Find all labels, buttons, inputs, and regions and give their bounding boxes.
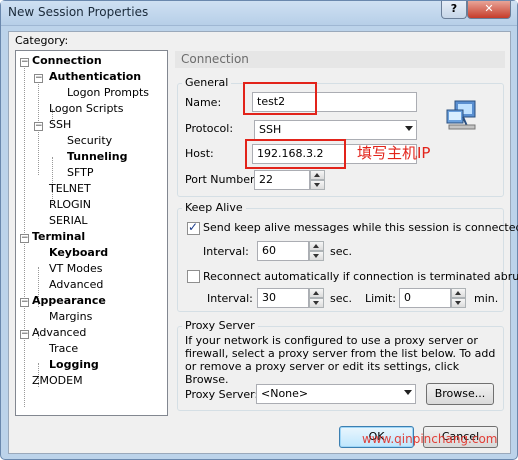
- keepalive-interval-input[interactable]: 60: [257, 241, 309, 261]
- tree-item-margins[interactable]: Margins: [49, 310, 92, 323]
- proxy-server-value: <None>: [261, 387, 309, 400]
- port-spinner[interactable]: [310, 170, 325, 190]
- port-label: Port Number:: [185, 173, 259, 186]
- help-button[interactable]: ?: [441, 1, 467, 19]
- network-computer-icon: [446, 100, 476, 130]
- name-label: Name:: [185, 96, 222, 109]
- browse-button[interactable]: Browse...: [426, 383, 494, 405]
- collapse-terminal-icon[interactable]: −: [20, 234, 29, 243]
- reconnect-interval-label: Interval:: [207, 292, 253, 305]
- limit-input[interactable]: 0: [399, 288, 451, 308]
- reconnect-checkbox[interactable]: [187, 270, 200, 283]
- tree-item-ssh[interactable]: SSH: [49, 118, 71, 131]
- panel-header: Connection: [175, 51, 505, 68]
- category-label: Category:: [15, 34, 69, 47]
- min-label: min.: [474, 292, 499, 305]
- tree-item-tunneling[interactable]: Tunneling: [67, 150, 128, 163]
- tree-line: [52, 157, 53, 203]
- reconnect-interval-input[interactable]: 30: [257, 288, 309, 308]
- proxy-server-select[interactable]: <None>: [256, 384, 416, 404]
- tree-item-logon-prompts[interactable]: Logon Prompts: [67, 86, 149, 99]
- window-title: New Session Properties: [8, 5, 149, 19]
- tree-item-vt-modes[interactable]: VT Modes: [49, 262, 102, 275]
- tree-item-authentication[interactable]: Authentication: [49, 70, 141, 83]
- host-label: Host:: [185, 147, 214, 160]
- proxy-server-label: Proxy Server:: [185, 388, 259, 401]
- tree-item-logging[interactable]: Logging: [49, 358, 99, 371]
- watermark: www.qinpinchang.com: [362, 432, 498, 446]
- tree-item-zmodem[interactable]: ZMODEM: [32, 374, 83, 387]
- reconnect-label: Reconnect automatically if connection is…: [203, 270, 518, 283]
- collapse-advanced-icon[interactable]: −: [20, 330, 29, 339]
- tree-item-connection[interactable]: Connection: [32, 54, 102, 67]
- collapse-authentication-icon[interactable]: −: [34, 74, 43, 83]
- send-keepalive-label: Send keep alive messages while this sess…: [203, 221, 518, 234]
- annotation-box-name: [243, 82, 317, 115]
- tree-item-appearance[interactable]: Appearance: [32, 294, 106, 307]
- proxy-group-title: Proxy Server: [182, 319, 258, 332]
- protocol-value: SSH: [259, 123, 282, 136]
- reconnect-interval-spinner[interactable]: [309, 288, 324, 308]
- port-input[interactable]: 22: [254, 170, 310, 190]
- limit-label: Limit:: [365, 292, 396, 305]
- host-annotation-text: 填写主机IP: [357, 144, 431, 162]
- tree-item-telnet[interactable]: TELNET: [49, 182, 91, 195]
- keepalive-interval-spinner[interactable]: [309, 241, 324, 261]
- tree-item-serial[interactable]: SERIAL: [49, 214, 87, 227]
- chevron-down-icon: [405, 126, 413, 131]
- collapse-connection-icon[interactable]: −: [20, 58, 29, 67]
- tree-item-terminal-advanced[interactable]: Advanced: [49, 278, 103, 291]
- dialog-window: New Session Properties ? ✕ Category: − C…: [0, 0, 518, 460]
- chevron-down-icon: [404, 390, 412, 395]
- tree-item-advanced[interactable]: Advanced: [32, 326, 86, 339]
- close-button[interactable]: ✕: [467, 1, 511, 19]
- reconnect-sec-label: sec.: [330, 292, 353, 305]
- tree-item-terminal[interactable]: Terminal: [32, 230, 85, 243]
- tree-item-trace[interactable]: Trace: [49, 342, 78, 355]
- category-tree[interactable]: − Connection − Authentication Logon Prom…: [15, 50, 168, 416]
- sec-label: sec.: [330, 245, 353, 258]
- send-keepalive-checkbox[interactable]: [187, 220, 200, 235]
- annotation-box-host: [245, 139, 346, 169]
- protocol-select[interactable]: SSH: [254, 120, 417, 140]
- general-group-title: General: [182, 76, 232, 89]
- collapse-appearance-icon[interactable]: −: [20, 298, 29, 307]
- tree-item-security[interactable]: Security: [67, 134, 112, 147]
- collapse-ssh-icon[interactable]: −: [34, 122, 43, 131]
- protocol-label: Protocol:: [185, 122, 234, 135]
- keepalive-group-title: Keep Alive: [182, 201, 246, 214]
- tree-item-rlogin[interactable]: RLOGIN: [49, 198, 91, 211]
- tree-item-keyboard[interactable]: Keyboard: [49, 246, 108, 259]
- tree-item-sftp[interactable]: SFTP: [67, 166, 93, 179]
- limit-spinner[interactable]: [451, 288, 466, 308]
- proxy-description: If your network is configured to use a p…: [185, 334, 496, 386]
- title-bar: New Session Properties ? ✕: [1, 1, 517, 26]
- interval-label: Interval:: [203, 245, 249, 258]
- tree-item-logon-scripts[interactable]: Logon Scripts: [49, 102, 123, 115]
